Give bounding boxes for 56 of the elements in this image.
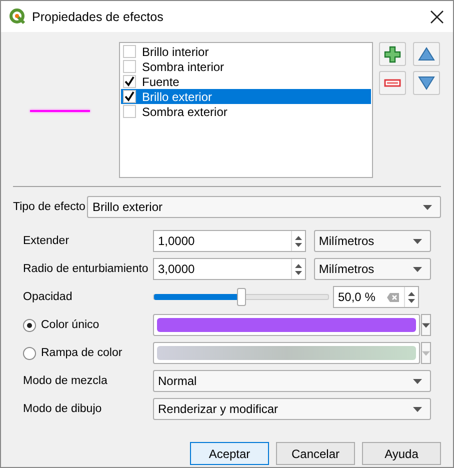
dropdown-arrow-icon	[413, 406, 422, 412]
close-button[interactable]	[429, 8, 445, 24]
spin-arrows-icon[interactable]	[290, 259, 305, 279]
color-menu-button[interactable]	[421, 342, 431, 364]
extend-spinbox[interactable]: 1,0000	[153, 230, 306, 252]
move-down-button[interactable]	[413, 71, 440, 95]
dialog-button[interactable]: Cancelar	[276, 442, 355, 465]
draw-mode-dropdown[interactable]: Renderizar y modificar	[153, 398, 431, 420]
checkbox[interactable]	[123, 90, 136, 103]
effect-preview-line	[30, 110, 90, 112]
field-label: Modo de dibujo	[23, 403, 103, 415]
blend-mode-dropdown[interactable]: Normal	[153, 370, 431, 392]
plus-icon	[384, 46, 401, 62]
radio-circle[interactable]	[23, 346, 36, 360]
spin-arrows-icon[interactable]	[404, 287, 418, 307]
radio-button[interactable]: Rampa de color	[23, 346, 153, 360]
color-button[interactable]	[152, 342, 420, 364]
color-button[interactable]	[152, 314, 420, 336]
dialog-button[interactable]: Aceptar	[190, 442, 269, 465]
dropdown-arrow-icon	[423, 204, 432, 210]
field-label: Opacidad	[23, 291, 74, 303]
add-button[interactable]	[379, 42, 406, 66]
window-title: Propiedades de efectos	[32, 10, 164, 24]
spin-arrows-icon[interactable]	[290, 231, 305, 251]
color-menu-button[interactable]	[421, 314, 431, 336]
unit-dropdown[interactable]: Milímetros	[314, 258, 431, 280]
opacity-spinbox[interactable]: 50,0 %	[333, 286, 419, 308]
unit-dropdown[interactable]: Milímetros	[314, 230, 431, 252]
dropdown-arrow-icon	[422, 350, 430, 356]
dropdown-arrow-icon	[413, 238, 422, 244]
move-up-button[interactable]	[413, 42, 440, 66]
effect-item[interactable]: Fuente	[121, 74, 371, 89]
field-label: Radio de enturbiamiento	[23, 263, 150, 275]
opacity-slider[interactable]	[153, 288, 329, 306]
effect-type-dropdown[interactable]: Brillo exterior	[87, 196, 441, 218]
effect-item[interactable]: Brillo exterior	[121, 89, 371, 104]
effect-item[interactable]: Sombra interior	[121, 59, 371, 74]
dropdown-arrow-icon	[422, 322, 430, 328]
effect-item[interactable]: Brillo interior	[121, 44, 371, 59]
dropdown-arrow-icon	[413, 378, 422, 384]
checkbox[interactable]	[123, 75, 136, 88]
minus-icon	[384, 79, 401, 87]
field-label: Modo de mezcla	[23, 375, 108, 387]
down-arrow-icon	[418, 76, 435, 90]
app-logo-icon	[9, 8, 26, 25]
up-arrow-icon	[418, 47, 435, 61]
field-label: Tipo de efecto	[13, 201, 86, 213]
field-label: Extender	[23, 235, 70, 247]
radio-button[interactable]: Color único	[23, 318, 153, 332]
effect-item[interactable]: Sombra exterior	[121, 104, 371, 119]
slider-thumb[interactable]	[237, 288, 246, 306]
dropdown-arrow-icon	[413, 266, 422, 272]
blur-radius-spinbox[interactable]: 3,0000	[153, 258, 306, 280]
radio-circle[interactable]	[23, 318, 36, 332]
remove-button[interactable]	[379, 71, 406, 95]
dialog-button[interactable]: Ayuda	[362, 442, 441, 465]
